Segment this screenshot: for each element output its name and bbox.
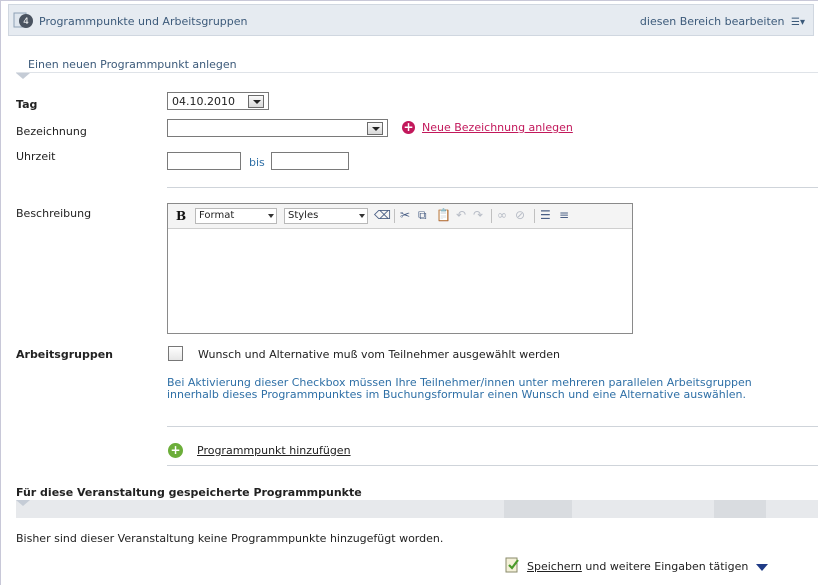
link-icon[interactable]: ∞ bbox=[497, 208, 507, 222]
undo-icon[interactable]: ↶ bbox=[456, 208, 466, 222]
unlink-icon[interactable]: ⊘ bbox=[515, 208, 525, 222]
add-plus-icon[interactable]: + bbox=[402, 121, 415, 134]
checkbox-label: Wunsch und Alternative muß vom Teilnehme… bbox=[198, 348, 561, 361]
date-input-value: 04.10.2010 bbox=[172, 95, 235, 108]
bulleted-list-icon[interactable]: ☰ bbox=[540, 208, 551, 222]
time-to-input[interactable] bbox=[271, 152, 349, 170]
subheading: Einen neuen Programmpunkt anlegen bbox=[28, 58, 237, 71]
divider-1 bbox=[167, 187, 818, 188]
edit-section-label: diesen Bereich bearbeiten bbox=[639, 15, 785, 28]
copy-icon[interactable]: ⧉ bbox=[418, 208, 427, 223]
save-line-rest: und weitere Eingaben tätigen bbox=[585, 560, 749, 573]
bezeichnung-select[interactable] bbox=[167, 119, 388, 137]
editor-toolbar: B Format Styles ⌫ ✂ ⧉ 📋 ↶ ↷ ∞ ⊘ ☰ ≡ bbox=[168, 204, 632, 229]
styles-dropdown-label: Styles bbox=[288, 210, 319, 221]
section-badge-icon: 4 bbox=[13, 12, 33, 28]
saved-items-header-bar bbox=[16, 500, 818, 518]
numbered-list-icon[interactable]: ≡ bbox=[559, 208, 569, 222]
styles-dropdown[interactable]: Styles bbox=[284, 208, 368, 224]
divider-3 bbox=[167, 465, 818, 466]
divider-2 bbox=[167, 426, 818, 427]
tag-label: Tag bbox=[16, 98, 38, 111]
edit-menu-icon: ☰▾ bbox=[791, 17, 805, 28]
cut-icon[interactable]: ✂ bbox=[400, 208, 410, 222]
checkbox-help-text: Bei Aktivierung dieser Checkbox müssen I… bbox=[167, 376, 752, 401]
save-document-icon bbox=[505, 557, 519, 573]
bezeichnung-dropdown-button[interactable] bbox=[367, 122, 383, 135]
section-title: Programmpunkte und Arbeitsgruppen bbox=[39, 15, 248, 28]
time-from-input[interactable] bbox=[167, 152, 241, 170]
collapse-triangle-icon bbox=[16, 73, 30, 79]
bezeichnung-label: Bezeichnung bbox=[16, 125, 87, 138]
bold-button[interactable]: B bbox=[176, 209, 186, 223]
arbeitsgruppen-label: Arbeitsgruppen bbox=[16, 348, 114, 361]
save-line: Speichern und weitere Eingaben tätigen bbox=[527, 560, 768, 573]
saved-items-title: Für diese Veranstaltung gespeicherte Pro… bbox=[16, 486, 362, 499]
empty-state-text: Bisher sind dieser Veranstaltung keine P… bbox=[16, 532, 444, 545]
svg-text:4: 4 bbox=[23, 17, 29, 27]
format-dropdown[interactable]: Format bbox=[195, 208, 277, 224]
paste-icon[interactable]: 📋 bbox=[436, 208, 451, 222]
editor-content[interactable] bbox=[172, 232, 628, 329]
new-designation-link[interactable]: Neue Bezeichnung anlegen bbox=[422, 121, 573, 134]
add-program-point-link[interactable]: Programmpunkt hinzufügen bbox=[197, 444, 351, 457]
saved-collapse-triangle-icon bbox=[16, 500, 30, 506]
subheading-divider bbox=[16, 72, 818, 73]
save-link[interactable]: Speichern bbox=[527, 560, 582, 573]
uhrzeit-label: Uhrzeit bbox=[16, 150, 56, 163]
eraser-icon[interactable]: ⌫ bbox=[374, 208, 391, 222]
beschreibung-label: Beschreibung bbox=[16, 207, 92, 220]
redo-icon[interactable]: ↷ bbox=[473, 208, 483, 222]
date-picker-button[interactable] bbox=[248, 95, 264, 108]
bis-label: bis bbox=[249, 156, 265, 169]
description-editor[interactable]: B Format Styles ⌫ ✂ ⧉ 📋 ↶ ↷ ∞ ⊘ ☰ ≡ bbox=[167, 203, 633, 334]
choice-alternative-checkbox[interactable] bbox=[168, 346, 183, 361]
save-dropdown-arrow-icon[interactable] bbox=[755, 563, 768, 571]
section-header: 4 Programmpunkte und Arbeitsgruppen dies… bbox=[8, 4, 814, 36]
add-circle-icon[interactable]: + bbox=[168, 443, 183, 458]
edit-section-link[interactable]: diesen Bereich bearbeiten ☰▾ bbox=[640, 15, 805, 28]
format-dropdown-label: Format bbox=[199, 210, 235, 221]
